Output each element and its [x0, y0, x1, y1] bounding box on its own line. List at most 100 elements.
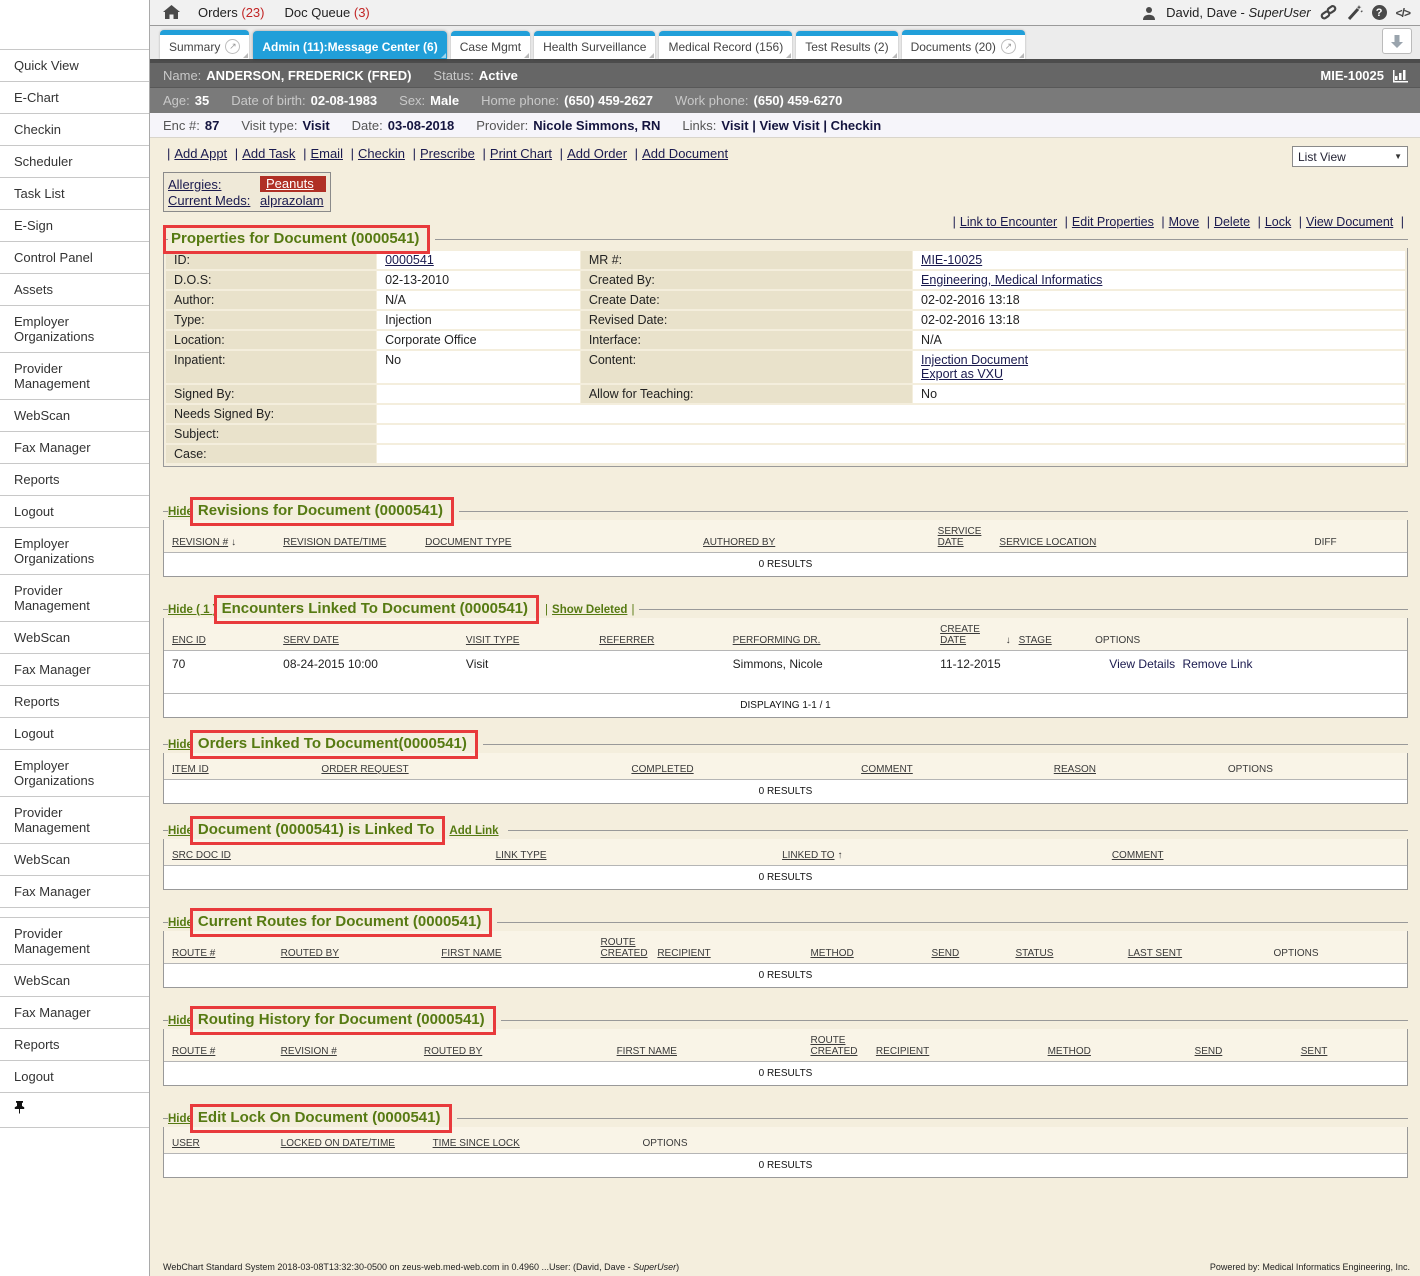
print-chart-link[interactable]: Print Chart [490, 146, 552, 161]
edit-properties-link[interactable]: Edit Properties [1072, 215, 1154, 229]
sidebar-item-fax-manager-4[interactable]: Fax Manager [0, 997, 149, 1029]
add-order-link[interactable]: Add Order [567, 146, 627, 161]
hide-encounters-link[interactable]: Hide ( 1 ) [168, 604, 217, 616]
sidebar-item-logout-2[interactable]: Logout [0, 718, 149, 750]
column-header[interactable]: ITEM ID [172, 764, 209, 775]
code-icon[interactable]: </> [1396, 6, 1410, 20]
doc-queue-link[interactable]: Doc Queue (3) [284, 5, 369, 20]
column-header[interactable]: STAGE [1019, 635, 1052, 646]
sidebar-item-quick-view[interactable]: Quick View [0, 50, 149, 82]
show-deleted-link[interactable]: Show Deleted [552, 604, 627, 616]
column-header[interactable]: FIRST NAME [441, 948, 501, 959]
column-header[interactable]: ORDER REQUEST [321, 764, 408, 775]
doc-id-link[interactable]: 0000541 [385, 253, 434, 267]
sidebar-item-scheduler[interactable]: Scheduler [0, 146, 149, 178]
column-header[interactable]: SERVICE LOCATION [999, 537, 1096, 548]
wand-icon[interactable] [1346, 4, 1363, 21]
column-header[interactable]: COMPLETED [631, 764, 693, 775]
column-header[interactable]: METHOD [1048, 1046, 1091, 1057]
prescribe-link[interactable]: Prescribe [420, 146, 475, 161]
injection-document-link[interactable]: Injection Document [921, 353, 1397, 367]
add-task-link[interactable]: Add Task [242, 146, 295, 161]
allergy-peanuts[interactable]: Peanuts [260, 176, 326, 192]
email-link[interactable]: Email [310, 146, 343, 161]
med-alprazolam[interactable]: alprazolam [260, 193, 324, 208]
column-header[interactable]: STATUS [1015, 948, 1053, 959]
sidebar-item-employer-organizations-2[interactable]: Employer Organizations [0, 528, 149, 575]
column-header[interactable]: ENC ID [172, 635, 206, 646]
mr-number-link[interactable]: MIE-10025 [921, 253, 982, 267]
sidebar-item-webscan-2[interactable]: WebScan [0, 622, 149, 654]
sidebar-item-provider-management-4[interactable]: Provider Management [0, 918, 149, 965]
column-header[interactable]: LAST SENT [1128, 948, 1182, 959]
tab-test-results[interactable]: Test Results (2) [796, 31, 897, 59]
popout-icon[interactable]: ↗ [1001, 39, 1016, 54]
checkin-action-link[interactable]: Checkin [358, 146, 405, 161]
tab-case-mgmt[interactable]: Case Mgmt [451, 31, 530, 59]
column-header[interactable]: REFERRER [599, 635, 654, 646]
view-mode-select[interactable]: List View ▼ [1292, 146, 1408, 167]
sidebar-item-e-sign[interactable]: E-Sign [0, 210, 149, 242]
pushpin-icon[interactable] [14, 1101, 25, 1114]
column-header[interactable]: ROUTE CREATED [810, 1035, 869, 1057]
column-header[interactable]: ROUTED BY [281, 948, 339, 959]
column-header[interactable]: TIME SINCE LOCK [433, 1138, 520, 1149]
column-header[interactable]: USER [172, 1138, 200, 1149]
move-link[interactable]: Move [1169, 215, 1200, 229]
sidebar-item-provider-management-3[interactable]: Provider Management [0, 797, 149, 844]
tab-health-surveillance[interactable]: Health Surveillance [534, 31, 655, 59]
allergies-link[interactable]: Allergies: [168, 177, 221, 192]
column-header[interactable]: METHOD [810, 948, 853, 959]
sidebar-item-fax-manager-2[interactable]: Fax Manager [0, 654, 149, 686]
column-header[interactable]: FIRST NAME [617, 1046, 677, 1057]
link-icon[interactable] [1320, 4, 1337, 21]
column-header[interactable]: DOCUMENT TYPE [425, 537, 511, 548]
flowsheet-chart-icon[interactable] [1392, 68, 1410, 83]
sidebar-item-webscan-4[interactable]: WebScan [0, 965, 149, 997]
column-header[interactable]: RECIPIENT [657, 948, 710, 959]
column-header[interactable]: REVISION DATE/TIME [283, 537, 386, 548]
column-header[interactable]: COMMENT [861, 764, 913, 775]
sidebar-item-employer-organizations[interactable]: Employer Organizations [0, 306, 149, 353]
column-header[interactable]: VISIT TYPE [466, 635, 520, 646]
sidebar-item-employer-organizations-3[interactable]: Employer Organizations [0, 750, 149, 797]
view-details-link[interactable]: View Details [1109, 657, 1175, 671]
column-header[interactable]: SRC DOC ID [172, 850, 231, 861]
column-header[interactable]: LINK TYPE [496, 850, 547, 861]
column-header[interactable]: SERVICE DATE [938, 526, 994, 548]
column-header[interactable]: COMMENT [1112, 850, 1164, 861]
view-visit-link[interactable]: View Visit [759, 118, 819, 133]
sidebar-item-provider-management-2[interactable]: Provider Management [0, 575, 149, 622]
column-header[interactable]: ROUTE CREATED [601, 937, 652, 959]
tab-admin-message-center[interactable]: Admin (11):Message Center (6) [253, 31, 446, 59]
sidebar-item-reports[interactable]: Reports [0, 464, 149, 496]
sidebar-item-reports-2[interactable]: Reports [0, 686, 149, 718]
column-header[interactable]: RECIPIENT [876, 1046, 929, 1057]
lock-link[interactable]: Lock [1265, 215, 1291, 229]
column-header[interactable]: LOCKED ON DATE/TIME [281, 1138, 395, 1149]
sidebar-item-fax-manager[interactable]: Fax Manager [0, 432, 149, 464]
column-header[interactable]: SEND [1195, 1046, 1223, 1057]
column-header[interactable]: SENT [1301, 1046, 1328, 1057]
export-as-vxu-link[interactable]: Export as VXU [921, 367, 1397, 381]
column-header[interactable]: PERFORMING DR. [733, 635, 821, 646]
column-header[interactable]: REVISION # [281, 1046, 337, 1057]
add-document-link[interactable]: Add Document [642, 146, 728, 161]
logged-in-user[interactable]: David, Dave - SuperUser [1166, 5, 1311, 20]
column-header[interactable]: REASON [1054, 764, 1096, 775]
sidebar-item-checkin[interactable]: Checkin [0, 114, 149, 146]
add-appt-link[interactable]: Add Appt [174, 146, 227, 161]
add-link-link[interactable]: Add Link [449, 825, 498, 837]
sidebar-item-webscan[interactable]: WebScan [0, 400, 149, 432]
visit-link[interactable]: Visit [721, 118, 748, 133]
orders-queue-link[interactable]: Orders (23) [198, 5, 264, 20]
current-meds-link[interactable]: Current Meds: [168, 193, 250, 208]
tab-medical-record[interactable]: Medical Record (156) [659, 31, 792, 59]
delete-link[interactable]: Delete [1214, 215, 1250, 229]
collapse-tabs-button[interactable] [1382, 28, 1412, 54]
sidebar-item-e-chart[interactable]: E-Chart [0, 82, 149, 114]
sidebar-item-task-list[interactable]: Task List [0, 178, 149, 210]
sidebar-item-control-panel[interactable]: Control Panel [0, 242, 149, 274]
remove-link-link[interactable]: Remove Link [1182, 657, 1252, 671]
column-header[interactable]: SEND [931, 948, 959, 959]
